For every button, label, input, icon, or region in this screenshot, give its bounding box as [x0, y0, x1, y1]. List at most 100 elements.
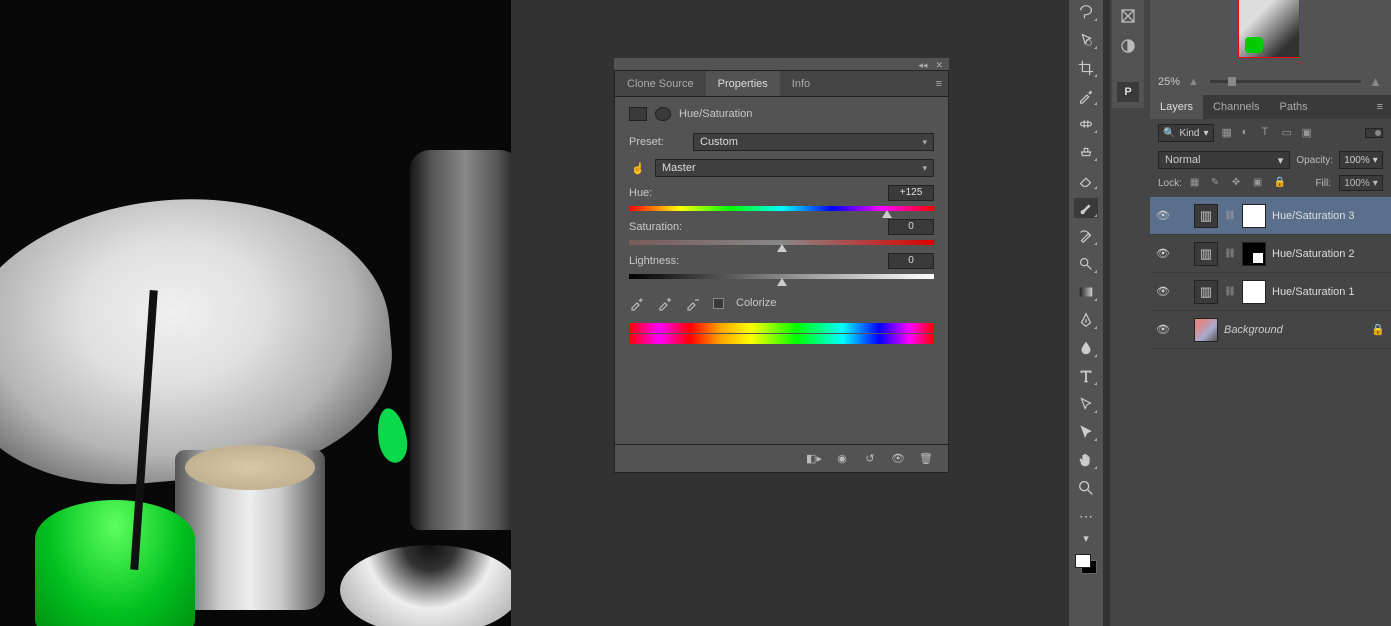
panel-collapse-icon[interactable]: ◂◂: [918, 60, 927, 71]
photo-green-drink: [35, 500, 195, 626]
clone-stamp-tool-icon[interactable]: [1074, 142, 1098, 162]
toggle-visibility-icon[interactable]: 👁: [890, 452, 906, 466]
layer-mask-thumb[interactable]: [1242, 242, 1266, 266]
path-select-tool-icon[interactable]: [1074, 394, 1098, 414]
filter-pixel-icon[interactable]: ▦: [1222, 126, 1236, 140]
color-swatch[interactable]: [1075, 554, 1097, 574]
lock-position-icon[interactable]: ✥: [1232, 177, 1245, 190]
lock-artboard-icon[interactable]: ▣: [1253, 177, 1266, 190]
zoom-slider[interactable]: [1210, 80, 1361, 83]
zoom-in-icon[interactable]: ▲: [1369, 74, 1383, 89]
crop-tool-icon[interactable]: [1074, 58, 1098, 78]
layer-thumb[interactable]: [1194, 318, 1218, 342]
pen-tool-icon[interactable]: [1074, 310, 1098, 330]
healing-brush-tool-icon[interactable]: [1074, 114, 1098, 134]
lasso-tool-icon[interactable]: [1074, 2, 1098, 22]
foreground-color-swatch[interactable]: [1075, 554, 1091, 568]
zoom-out-icon[interactable]: ▲: [1188, 76, 1202, 88]
color-range-input-strip[interactable]: [629, 323, 934, 333]
hue-value-input[interactable]: +125: [888, 185, 934, 201]
delete-adjustment-icon[interactable]: 🗑: [918, 452, 934, 466]
layer-row[interactable]: 👁 ▥ ⛓ Hue/Saturation 2: [1150, 235, 1391, 273]
layer-name[interactable]: Hue/Saturation 1: [1272, 286, 1385, 298]
layer-mask-thumb[interactable]: [1242, 204, 1266, 228]
adjustment-thumb-icon[interactable]: ▥: [1194, 242, 1218, 266]
visibility-toggle-icon[interactable]: 👁: [1156, 209, 1170, 222]
hand-tool-icon[interactable]: [1074, 450, 1098, 470]
tab-layers[interactable]: Layers: [1150, 95, 1203, 119]
opacity-input[interactable]: 100%▾: [1339, 151, 1383, 169]
colorize-checkbox[interactable]: [713, 298, 724, 309]
layer-row[interactable]: 👁 ▥ ⛓ Hue/Saturation 1: [1150, 273, 1391, 311]
mask-link-icon[interactable]: ⛓: [1224, 248, 1236, 259]
direct-select-tool-icon[interactable]: [1074, 422, 1098, 442]
lock-icon[interactable]: 🔒: [1371, 323, 1385, 336]
filter-type-icon[interactable]: T: [1262, 126, 1276, 140]
tab-properties[interactable]: Properties: [706, 71, 780, 96]
layer-filter-select[interactable]: 🔍Kind▾: [1158, 124, 1214, 142]
blur-tool-icon[interactable]: [1074, 338, 1098, 358]
filter-adjustment-icon[interactable]: ◐: [1242, 126, 1256, 140]
blend-mode-select[interactable]: Normal▾: [1158, 151, 1290, 169]
visibility-toggle-icon[interactable]: 👁: [1156, 323, 1170, 336]
filter-toggle[interactable]: [1365, 128, 1383, 138]
fill-input[interactable]: 100%▾: [1339, 175, 1383, 191]
layer-name[interactable]: Hue/Saturation 2: [1272, 248, 1385, 260]
lightness-slider[interactable]: [629, 271, 934, 283]
mask-link-icon[interactable]: ⛓: [1224, 286, 1236, 297]
tab-clone-source[interactable]: Clone Source: [615, 71, 706, 96]
visibility-toggle-icon[interactable]: 👁: [1156, 247, 1170, 260]
layers-panel-menu-icon[interactable]: ≡: [1369, 95, 1391, 119]
quick-select-tool-icon[interactable]: [1074, 30, 1098, 50]
type-tool-icon[interactable]: [1074, 366, 1098, 386]
hue-slider[interactable]: [629, 203, 934, 215]
properties-panel-icon[interactable]: P: [1117, 82, 1139, 102]
reset-icon[interactable]: ↺: [862, 452, 878, 466]
eyedropper-subtract-icon[interactable]: [685, 295, 701, 311]
filter-smart-icon[interactable]: ▣: [1302, 126, 1316, 140]
clip-to-layer-icon[interactable]: ◧▸: [806, 452, 822, 466]
layer-name[interactable]: Hue/Saturation 3: [1272, 210, 1385, 222]
eyedropper-icon[interactable]: [629, 295, 645, 311]
panel-menu-icon[interactable]: ≡: [930, 71, 948, 96]
tab-info[interactable]: Info: [780, 71, 822, 96]
adjustments-panel-icon[interactable]: [1117, 36, 1139, 56]
frame-tool-icon[interactable]: [1117, 6, 1139, 26]
layer-name[interactable]: Background: [1224, 324, 1365, 336]
filter-shape-icon[interactable]: ▭: [1282, 126, 1296, 140]
layer-mask-thumb[interactable]: [1242, 280, 1266, 304]
view-previous-state-icon[interactable]: ◉: [834, 452, 850, 466]
eraser-tool-icon[interactable]: [1074, 170, 1098, 190]
history-brush-tool-icon[interactable]: [1074, 226, 1098, 246]
targeted-adjust-tool-icon[interactable]: ☝: [629, 159, 647, 177]
gradient-tool-icon[interactable]: [1074, 282, 1098, 302]
layer-row[interactable]: 👁 Background 🔒: [1150, 311, 1391, 349]
document-canvas[interactable]: [0, 0, 511, 626]
layer-row[interactable]: 👁 ▥ ⛓ Hue/Saturation 3: [1150, 197, 1391, 235]
lightness-value-input[interactable]: 0: [888, 253, 934, 269]
lock-all-icon[interactable]: 🔒: [1274, 177, 1287, 190]
eyedropper-tool-icon[interactable]: [1074, 86, 1098, 106]
tab-channels[interactable]: Channels: [1203, 95, 1269, 119]
dodge-tool-icon[interactable]: [1074, 254, 1098, 274]
adjustment-thumb-icon[interactable]: ▥: [1194, 280, 1218, 304]
visibility-toggle-icon[interactable]: 👁: [1156, 285, 1170, 298]
saturation-slider[interactable]: [629, 237, 934, 249]
lock-transparency-icon[interactable]: ▦: [1190, 177, 1203, 190]
mask-link-icon[interactable]: ⛓: [1224, 210, 1236, 221]
channel-select[interactable]: Master: [655, 159, 934, 177]
lock-pixels-icon[interactable]: ✎: [1211, 177, 1224, 190]
adjustment-thumb-icon[interactable]: ▥: [1194, 204, 1218, 228]
zoom-value[interactable]: 25%: [1158, 76, 1180, 88]
tab-paths[interactable]: Paths: [1270, 95, 1318, 119]
edit-toolbar-icon[interactable]: ▾: [1074, 534, 1098, 542]
zoom-tool-icon[interactable]: [1074, 478, 1098, 498]
panel-close-icon[interactable]: ✕: [935, 60, 943, 71]
more-tools-icon[interactable]: ⋯: [1074, 506, 1098, 526]
saturation-value-input[interactable]: 0: [888, 219, 934, 235]
eyedropper-add-icon[interactable]: [657, 295, 673, 311]
preset-select[interactable]: Custom: [693, 133, 934, 151]
brush-tool-icon[interactable]: [1074, 198, 1098, 218]
mask-icon[interactable]: [655, 107, 671, 121]
navigator-thumbnail[interactable]: [1238, 0, 1300, 58]
